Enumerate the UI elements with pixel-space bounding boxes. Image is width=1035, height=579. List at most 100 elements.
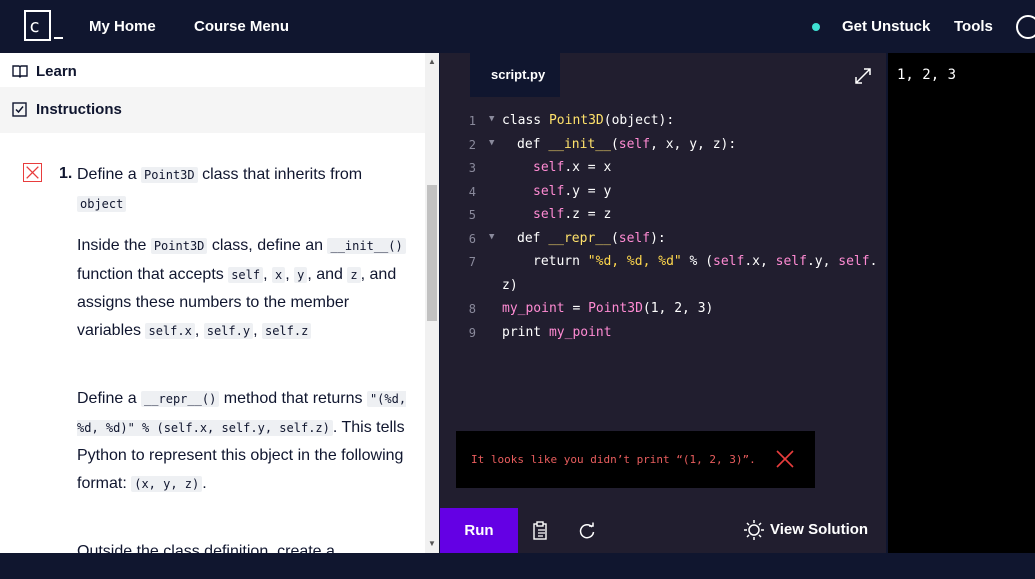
line-number: 6 — [468, 231, 476, 246]
code-line: 6 ▼ def __repr__(self): — [440, 229, 886, 252]
text: , — [194, 321, 204, 339]
text: Define a — [77, 390, 142, 407]
nav-my-home[interactable]: My Home — [89, 18, 156, 35]
text: Define a — [77, 166, 142, 183]
code-fragment: ): — [650, 230, 666, 246]
code-text: class Point3D(object): — [502, 113, 674, 128]
line-number: 4 — [468, 184, 476, 199]
fold-arrow-icon[interactable]: ▼ — [489, 232, 494, 242]
line-number: 3 — [468, 161, 476, 175]
code-line: 7 return "%d, %d, %d" % (self.x, self.y,… — [440, 252, 886, 275]
close-icon[interactable] — [774, 448, 796, 470]
fold-arrow-icon[interactable]: ▼ — [489, 138, 494, 148]
run-button[interactable]: Run — [440, 508, 518, 553]
code-fragment: .z = z — [564, 207, 612, 222]
self-keyword: self — [713, 254, 745, 269]
nav-course-menu[interactable]: Course Menu — [194, 18, 289, 35]
string-literal: "%d, %d, %d" — [587, 254, 682, 269]
keyword: def — [517, 136, 549, 152]
help-icon[interactable] — [1016, 15, 1035, 39]
view-solution-label: View Solution — [770, 521, 869, 538]
expand-icon[interactable] — [852, 65, 874, 87]
identifier: __repr__ — [548, 230, 611, 246]
self-keyword: self — [838, 254, 870, 269]
variable: my_point — [502, 301, 565, 316]
output-terminal: 1, 2, 3 — [888, 53, 1035, 553]
scrollbar-thumb[interactable] — [427, 185, 437, 321]
clipboard-icon[interactable] — [532, 521, 550, 541]
self-keyword: self — [533, 183, 565, 199]
task-failed-icon — [23, 163, 42, 182]
top-navigation-bar: c My Home Course Menu Get Unstuck Tools — [0, 0, 1035, 53]
code-fragment: , x, y, z): — [650, 136, 737, 152]
tab-instructions[interactable]: Instructions — [0, 87, 425, 133]
reset-icon[interactable] — [577, 521, 597, 541]
inline-code: self.z — [261, 322, 312, 339]
line-number: 8 — [468, 302, 476, 316]
checkbox-icon — [12, 102, 27, 117]
keyword: return — [533, 254, 588, 269]
code-fragment: % ( — [681, 254, 714, 269]
text: , — [263, 265, 272, 283]
code-line-wrapped: z) — [440, 276, 886, 299]
self-keyword: self — [618, 136, 651, 152]
code-text: def __init__(self, x, y, z): — [517, 137, 736, 152]
task-paragraph-2: Inside the Point3D class, define an __in… — [77, 232, 412, 345]
tab-learn[interactable]: Learn — [0, 53, 425, 87]
self-keyword: self — [618, 230, 651, 246]
task-paragraph-3: Define a __repr__() method that returns … — [77, 385, 412, 498]
text: method that returns — [219, 390, 367, 407]
text: function that accepts — [77, 265, 229, 283]
lightbulb-icon — [744, 520, 764, 540]
code-fragment: ( — [610, 230, 619, 246]
logo-letter: c — [29, 16, 40, 37]
code-line: 5 self.z = z — [440, 205, 886, 228]
code-text: print my_point — [502, 325, 612, 340]
code-line: 2 ▼ def __init__(self, x, y, z): — [440, 135, 886, 158]
scroll-down-arrow-icon[interactable]: ▼ — [428, 539, 436, 548]
instructions-scrollbar[interactable]: ▲ ▼ — [425, 53, 439, 553]
line-number: 7 — [468, 255, 476, 269]
instructions-panel: Learn Instructions 1. Define a Point3D c… — [0, 53, 439, 553]
task-paragraph-4: Outside the class definition, create a — [77, 543, 335, 553]
code-editor: script.py 1 ▼ class Point3D(object): 2 ▼… — [440, 53, 886, 508]
error-message-box: It looks like you didn’t print “(1, 2, 3… — [456, 431, 815, 488]
self-keyword: self — [533, 160, 565, 175]
output-text: 1, 2, 3 — [897, 67, 957, 83]
code-text: def __repr__(self): — [517, 231, 666, 246]
inline-code: self.y — [203, 322, 254, 339]
codecademy-logo[interactable]: c — [24, 10, 64, 42]
fold-arrow-icon[interactable]: ▼ — [489, 114, 494, 124]
tab-instructions-label: Instructions — [36, 101, 122, 118]
inline-code: __init__() — [327, 238, 406, 254]
code-fragment: .x, — [744, 254, 776, 269]
code-text: return "%d, %d, %d" % (self.x, self.y, s… — [533, 254, 877, 269]
code-fragment: . — [869, 254, 878, 269]
inline-code: Point3D — [150, 238, 208, 254]
file-tab[interactable]: script.py — [470, 53, 560, 97]
code-fragment: (1, 2, 3) — [642, 301, 714, 316]
text: , — [285, 265, 295, 283]
keyword: class — [502, 113, 549, 128]
get-unstuck-button[interactable]: Get Unstuck — [842, 18, 930, 35]
line-number: 1 — [468, 114, 476, 128]
inline-code: self — [228, 266, 264, 283]
view-solution-button[interactable]: View Solution — [742, 508, 882, 553]
inline-code: (x, y, z) — [131, 475, 203, 492]
identifier: __init__ — [548, 136, 611, 152]
line-number: 2 — [468, 137, 476, 152]
code-line: 4 self.y = y — [440, 182, 886, 205]
code-fragment: .y, — [806, 254, 839, 269]
tools-button[interactable]: Tools — [954, 18, 993, 35]
scroll-up-arrow-icon[interactable]: ▲ — [428, 57, 436, 66]
code-text: my_point = Point3D(1, 2, 3) — [502, 301, 713, 316]
keyword: def — [517, 230, 549, 246]
editor-action-bar: Run View Solution — [440, 508, 886, 553]
text: class, define an — [207, 237, 328, 254]
inline-code: object — [77, 195, 127, 212]
text: , — [253, 321, 262, 339]
identifier: Point3D — [548, 113, 604, 128]
code-fragment: ( — [610, 136, 619, 152]
task-paragraph-1: Define a Point3D class that inherits fro… — [77, 161, 412, 218]
inline-code: y — [294, 266, 308, 283]
